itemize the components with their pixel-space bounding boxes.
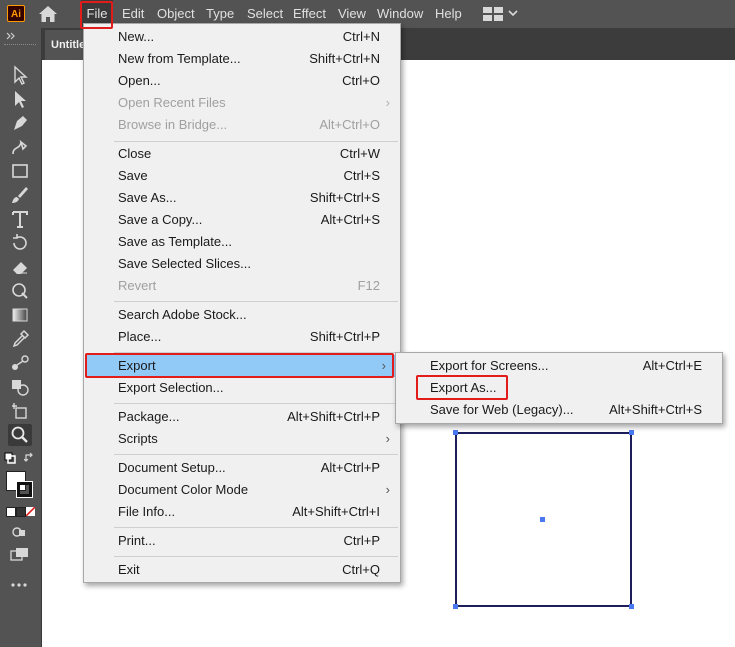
submenu-arrow-icon: › [385, 482, 390, 497]
gradient-tool-icon[interactable] [8, 304, 32, 326]
zoom-tool-icon[interactable] [8, 424, 32, 446]
curvature-tool-icon[interactable] [8, 136, 32, 158]
app-logo: Ai [7, 5, 25, 22]
menu-item-save-slices[interactable]: Save Selected Slices... [84, 253, 400, 275]
menu-separator [114, 454, 398, 455]
menu-item-document-setup[interactable]: Document Setup... Alt+Ctrl+P [84, 457, 400, 479]
menu-item-export-as[interactable]: Export As... [396, 377, 722, 399]
rotate-tool-icon[interactable] [8, 232, 32, 254]
rectangle-tool-icon[interactable] [8, 160, 32, 182]
panel-grip [4, 44, 36, 47]
pen-tool-icon[interactable] [8, 112, 32, 134]
selection-handle[interactable] [453, 430, 458, 435]
submenu-arrow-icon: › [385, 431, 390, 446]
menu-item-close[interactable]: Close Ctrl+W [84, 143, 400, 165]
blend-tool-icon[interactable] [8, 352, 32, 374]
menu-item-export-for-screens[interactable]: Export for Screens... Alt+Ctrl+E [396, 355, 722, 377]
selection-handle[interactable] [453, 604, 458, 609]
selection-tool-icon[interactable] [8, 64, 32, 86]
type-tool-icon[interactable] [8, 208, 32, 230]
menu-separator [114, 527, 398, 528]
menu-item-package[interactable]: Package... Alt+Shift+Ctrl+P [84, 406, 400, 428]
selection-handle[interactable] [629, 604, 634, 609]
menu-item-export-selection[interactable]: Export Selection... [84, 377, 400, 399]
menu-separator [114, 141, 398, 142]
menu-item-document-color-mode[interactable]: Document Color Mode › [84, 479, 400, 501]
center-point [540, 517, 545, 522]
warp-tool-icon[interactable] [8, 280, 32, 302]
export-submenu: Export for Screens... Alt+Ctrl+E Export A… [395, 352, 723, 424]
menu-item-scripts[interactable]: Scripts › [84, 428, 400, 450]
menu-item-revert: Revert F12 [118, 278, 380, 293]
eyedropper-tool-icon[interactable] [8, 328, 32, 350]
menu-item-save-template[interactable]: Save as Template... [84, 231, 400, 253]
default-fill-stroke-icon[interactable] [4, 452, 16, 464]
submenu-arrow-icon: › [385, 95, 390, 110]
swap-fill-stroke-icon[interactable] [24, 452, 36, 464]
menu-item-open-recent: Open Recent Files › [84, 92, 400, 114]
menu-item-save-for-web[interactable]: Save for Web (Legacy)... Alt+Shift+Ctrl+S [396, 399, 722, 421]
menu-item-place[interactable]: Place... Shift+Ctrl+P [84, 326, 400, 348]
screen-mode-icon[interactable] [10, 547, 30, 561]
draw-mode-icon[interactable] [10, 525, 28, 539]
menu-item-save[interactable]: Save Ctrl+S [84, 165, 400, 187]
menu-separator [114, 352, 398, 353]
menu-item-search-stock[interactable]: Search Adobe Stock... [84, 304, 400, 326]
paintbrush-tool-icon[interactable] [8, 184, 32, 206]
submenu-arrow-icon: › [381, 358, 386, 373]
menu-item-open[interactable]: Open... Ctrl+O [84, 70, 400, 92]
chevron-down-icon[interactable] [508, 9, 518, 17]
menu-item-file-info[interactable]: File Info... Alt+Shift+Ctrl+I [84, 501, 400, 523]
artboard-tool-icon[interactable] [8, 400, 32, 422]
direct-selection-tool-icon[interactable] [8, 88, 32, 110]
menu-help[interactable]: Help [435, 0, 462, 28]
menu-item-new[interactable]: New... Ctrl+N [84, 26, 400, 48]
tools-panel [0, 28, 42, 647]
none-mode-icon[interactable] [26, 507, 35, 516]
menu-item-print[interactable]: Print... Ctrl+P [84, 530, 400, 552]
menu-separator [114, 301, 398, 302]
more-tools-icon[interactable] [10, 582, 28, 588]
file-menu: New... Ctrl+N New from Template... Shift+C… [83, 23, 401, 583]
collapse-panel-icon[interactable] [6, 32, 16, 40]
workspace-switcher-icon[interactable] [483, 7, 503, 21]
menu-item-browse-bridge: Browse in Bridge... Alt+Ctrl+O [118, 117, 380, 132]
menu-item-exit[interactable]: Exit Ctrl+Q [84, 559, 400, 581]
menu-item-save-as[interactable]: Save As... Shift+Ctrl+S [84, 187, 400, 209]
selection-handle[interactable] [629, 430, 634, 435]
gradient-mode-button[interactable] [16, 507, 26, 517]
stroke-swatch[interactable] [16, 481, 33, 498]
menu-item-save-copy[interactable]: Save a Copy... Alt+Ctrl+S [84, 209, 400, 231]
shape-builder-tool-icon[interactable] [8, 376, 32, 398]
menu-item-new-from-template[interactable]: New from Template... Shift+Ctrl+N [84, 48, 400, 70]
home-icon[interactable] [38, 5, 58, 23]
menu-separator [114, 403, 398, 404]
menu-item-export[interactable]: Export › [86, 355, 396, 377]
color-mode-button[interactable] [6, 507, 16, 517]
menu-separator [114, 556, 398, 557]
eraser-tool-icon[interactable] [8, 256, 32, 278]
